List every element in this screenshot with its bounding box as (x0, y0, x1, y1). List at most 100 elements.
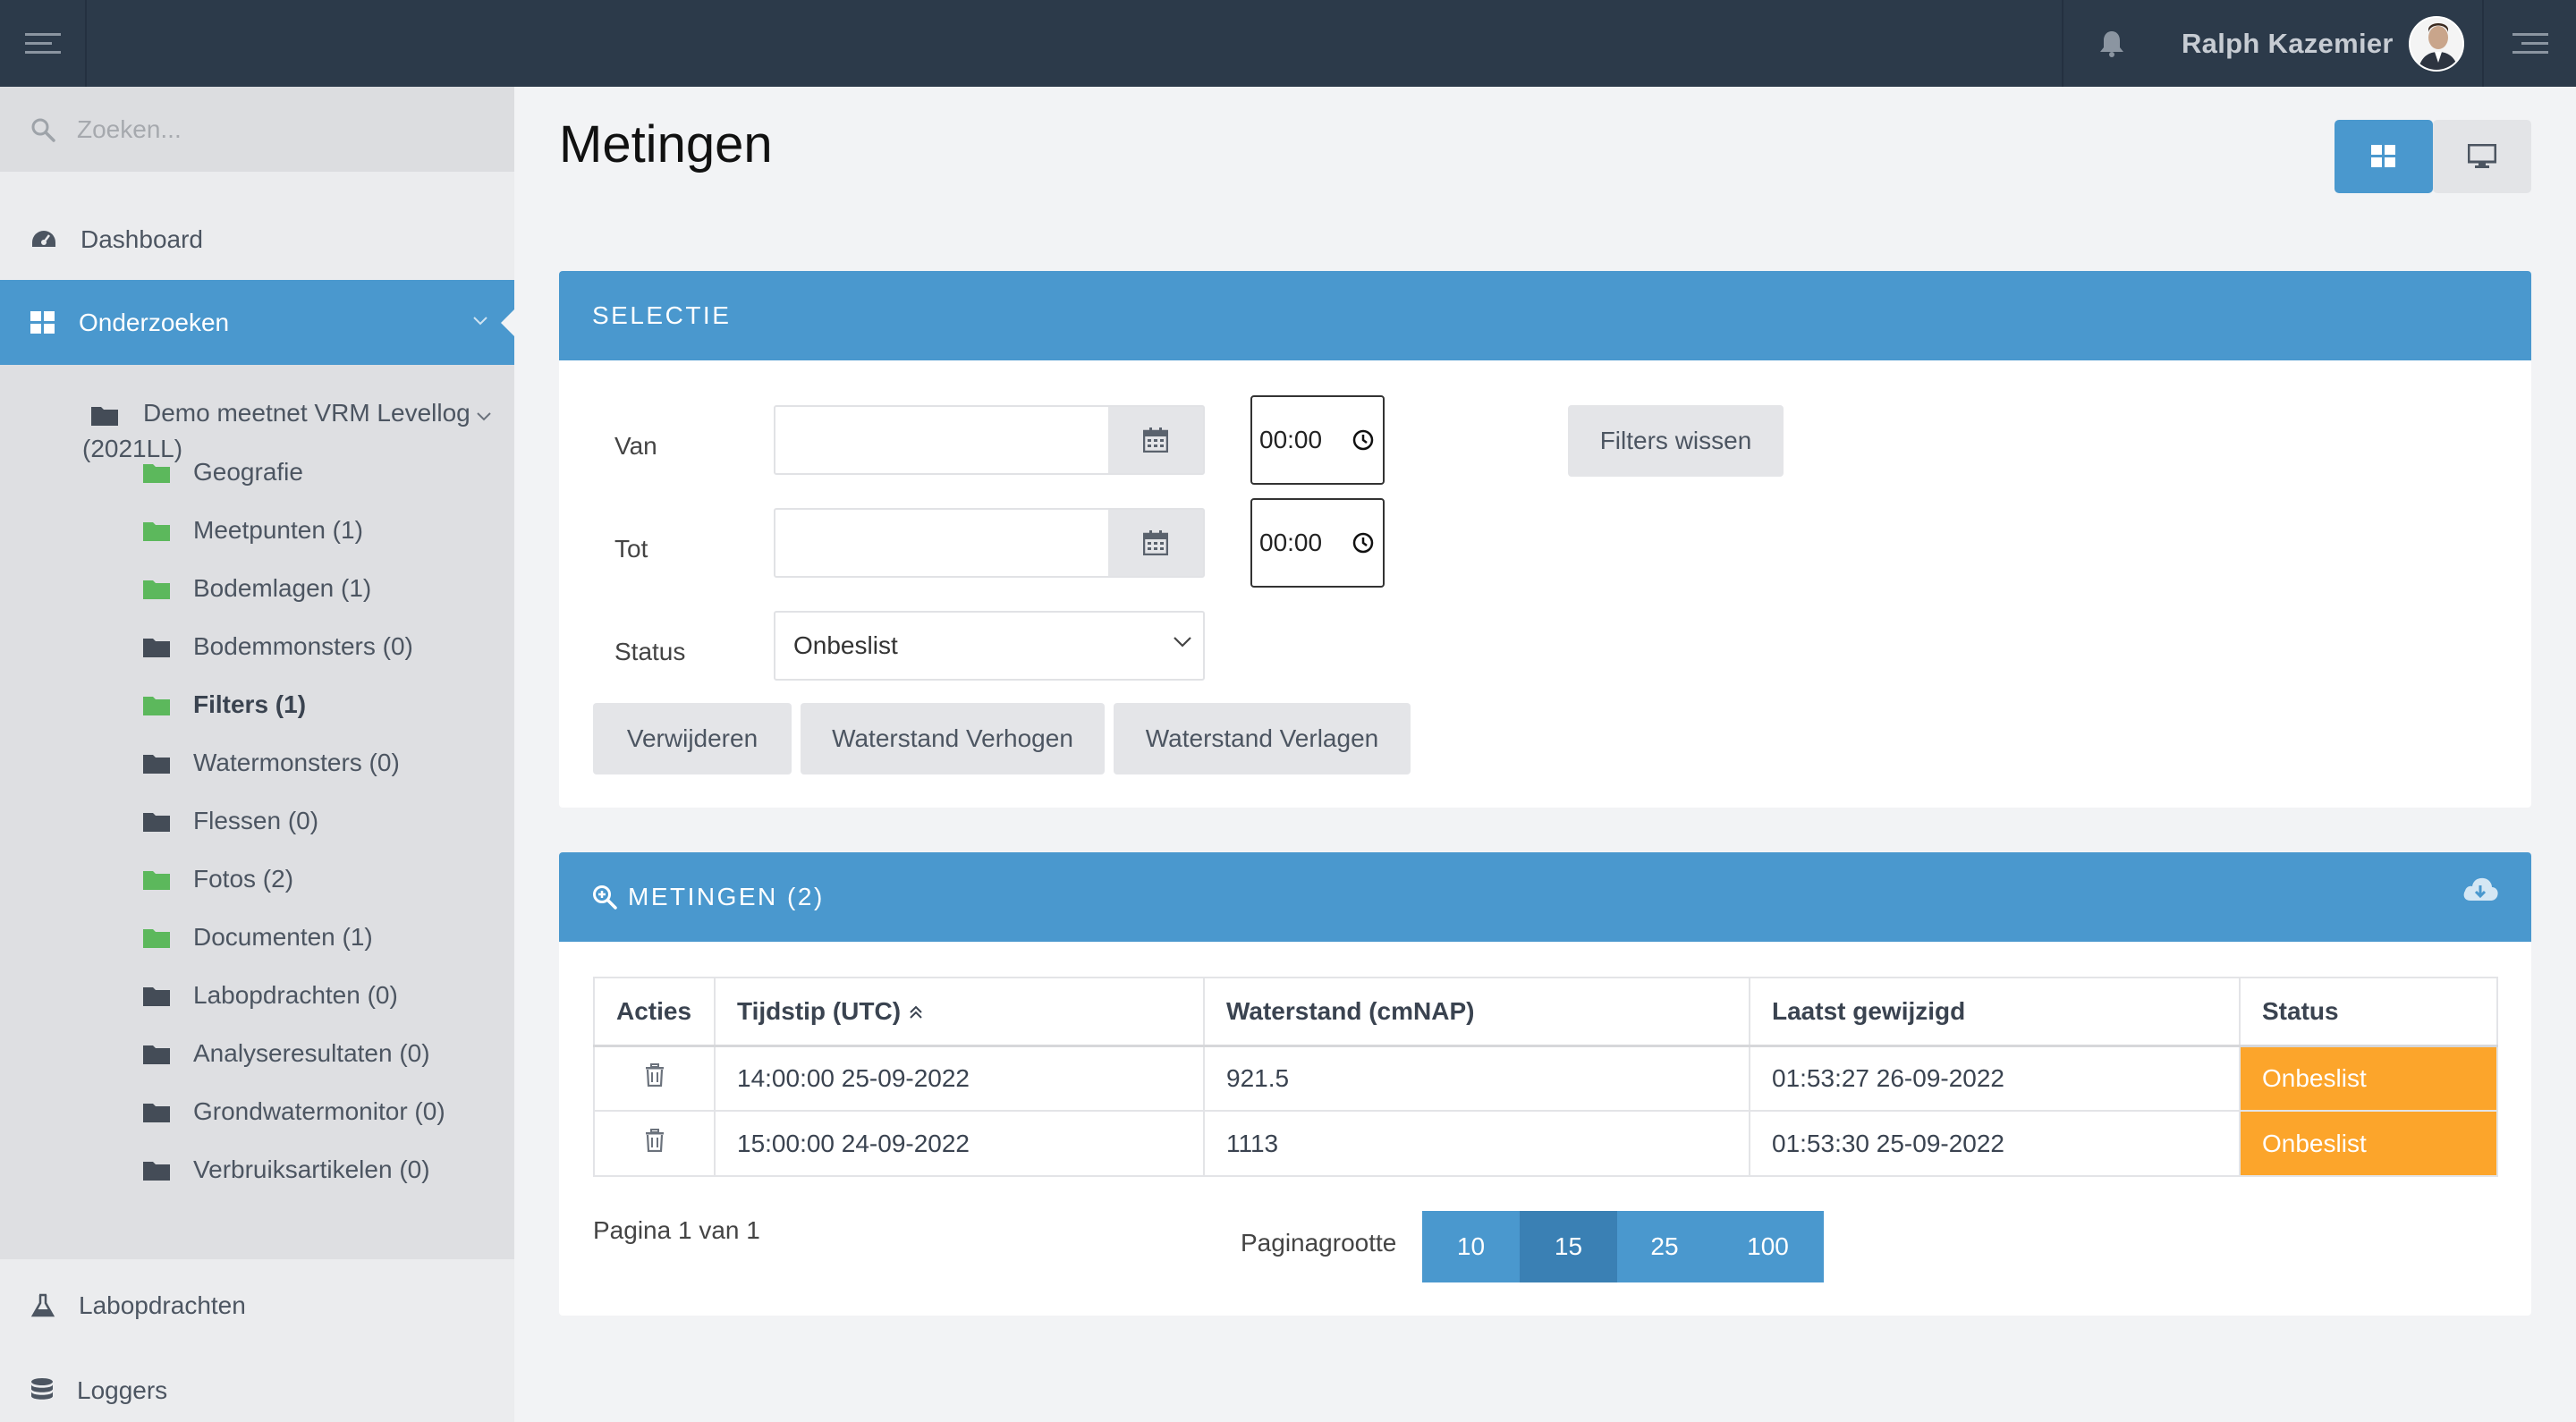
sidebar-item-label: Onderzoeken (79, 308, 230, 336)
folder-icon (143, 987, 170, 1006)
van-time-input[interactable]: 00:00 (1250, 395, 1385, 485)
sidebar-item-label: Labopdrachten (79, 1291, 246, 1319)
database-icon (31, 1377, 53, 1400)
selection-panel-title: SELECTIE (592, 301, 732, 329)
column-header-laatst-gewijzigd[interactable]: Laatst gewijzigd (1749, 977, 2241, 1047)
tree-item-label: Bodemmonsters (0) (193, 632, 413, 660)
tree-item-watermonsters[interactable]: Watermonsters (0) (143, 745, 400, 781)
folder-green-icon (143, 580, 170, 599)
hamburger-icon (2512, 32, 2548, 54)
chevron-down-icon (1174, 637, 1191, 648)
selection-panel-header: SELECTIE (559, 271, 2531, 360)
zoom-in-icon (593, 885, 617, 910)
tree-item-label: Analyseresultaten (0) (193, 1039, 430, 1067)
clear-filters-button[interactable]: Filters wissen (1568, 405, 1784, 477)
trash-icon[interactable] (645, 1129, 665, 1153)
selection-panel: SELECTIE Van 00:00 Filters wissen Tot 00… (559, 271, 2531, 808)
page-size-option[interactable]: 100 (1712, 1211, 1824, 1282)
raise-water-level-button[interactable]: Waterstand Verhogen (801, 703, 1105, 774)
avatar (2409, 16, 2464, 72)
right-menu-button[interactable] (2482, 0, 2576, 87)
page-title: Metingen (559, 115, 773, 174)
view-toggle (2334, 120, 2531, 193)
lower-water-level-button[interactable]: Waterstand Verlagen (1114, 703, 1411, 774)
delete-button[interactable]: Verwijderen (593, 703, 792, 774)
status-select[interactable]: Onbeslist (774, 611, 1205, 681)
tree-item-geografie[interactable]: Geografie (143, 454, 303, 490)
tree-item-label: Geografie (193, 458, 303, 486)
tree-item-analyseresultaten[interactable]: Analyseresultaten (0) (143, 1036, 430, 1071)
tot-time-value: 00:00 (1259, 529, 1323, 556)
chevron-down-icon (473, 317, 487, 326)
folder-green-icon (143, 464, 170, 483)
column-header-waterstand[interactable]: Waterstand (cmNAP) (1203, 977, 1750, 1047)
tree-item-label: Meetpunten (1) (193, 516, 363, 544)
column-header-status[interactable]: Status (2239, 977, 2498, 1047)
clock-icon (1352, 429, 1374, 451)
cell-laatst-gewijzigd: 01:53:30 25-09-2022 (1749, 1110, 2241, 1177)
monitor-icon (2468, 144, 2496, 168)
flask-icon (30, 1293, 55, 1316)
notifications-button[interactable] (2062, 0, 2160, 87)
cell-laatst-gewijzigd: 01:53:27 26-09-2022 (1749, 1045, 2241, 1112)
menu-toggle-button[interactable] (0, 0, 87, 87)
sort-ascending-icon (910, 1005, 922, 1020)
tree-item-bodemmonsters[interactable]: Bodemmonsters (0) (143, 629, 413, 664)
sidebar-item-onderzoeken[interactable]: Onderzoeken (0, 280, 515, 365)
search-input[interactable]: Zoeken... (77, 115, 182, 144)
table-header-row: Acties Tijdstip (UTC) Waterstand (cmNAP)… (593, 977, 2498, 1047)
van-label: Van (614, 432, 657, 460)
sidebar-item-loggers[interactable]: Loggers (0, 1348, 514, 1422)
tree-item-bodemlagen[interactable]: Bodemlagen (1) (143, 571, 371, 606)
tree-item-label: Bodemlagen (1) (193, 574, 372, 602)
cell-waterstand: 1113 (1203, 1110, 1750, 1177)
tot-time-input[interactable]: 00:00 (1250, 498, 1385, 588)
folder-green-icon (143, 697, 170, 715)
folder-icon (143, 639, 170, 657)
page-size-option[interactable]: 25 (1617, 1211, 1712, 1282)
user-menu[interactable]: Ralph Kazemier (2160, 0, 2464, 87)
tree-item-label: Flessen (0) (193, 807, 319, 834)
measurements-panel-header: METINGEN (2) (559, 852, 2531, 942)
cell-tijdstip: 14:00:00 25-09-2022 (714, 1045, 1205, 1112)
sidebar-search[interactable]: Zoeken... (0, 87, 514, 172)
folder-icon (143, 755, 170, 774)
page-size-label: Paginagrootte (1241, 1229, 1397, 1257)
sidebar-item-dashboard[interactable]: Dashboard (0, 197, 514, 282)
tree-item-label: Verbruiksartikelen (0) (193, 1155, 430, 1183)
tree-item-flessen[interactable]: Flessen (0) (143, 803, 318, 839)
tree-item-documenten[interactable]: Documenten (1) (143, 919, 373, 955)
van-calendar-button[interactable] (1108, 407, 1203, 473)
chevron-down-icon[interactable] (476, 411, 492, 422)
measurements-panel: METINGEN (2) Acties Tijdstip (UTC) Water… (559, 852, 2531, 1316)
cloud-download-icon[interactable] (2462, 876, 2499, 904)
tree-item-label: Labopdrachten (0) (193, 981, 398, 1009)
tree-item-meetpunten[interactable]: Meetpunten (1) (143, 512, 363, 548)
van-time-value: 00:00 (1259, 426, 1323, 453)
grid-icon (2371, 145, 2395, 167)
grid-view-button[interactable] (2334, 120, 2433, 193)
sidebar-item-label: Loggers (77, 1375, 168, 1404)
tree-item-fotos[interactable]: Fotos (2) (143, 861, 293, 897)
van-date-input[interactable] (774, 405, 1205, 475)
tree-item-verbruiksartikelen[interactable]: Verbruiksartikelen (0) (143, 1152, 430, 1188)
page-size-option-selected[interactable]: 15 (1520, 1211, 1617, 1282)
tree-item-grondwatermonitor[interactable]: Grondwatermonitor (0) (143, 1094, 445, 1130)
folder-icon (143, 1162, 170, 1181)
tot-date-input[interactable] (774, 508, 1205, 578)
tot-calendar-button[interactable] (1108, 510, 1203, 576)
table-row: 15:00:00 24-09-2022 1113 01:53:30 25-09-… (593, 1110, 2498, 1177)
sidebar-item-labopdrachten[interactable]: Labopdrachten (0, 1263, 514, 1348)
dashboard-icon (32, 230, 55, 247)
trash-icon[interactable] (645, 1063, 665, 1088)
row-actions (593, 1045, 716, 1112)
sidebar: Zoeken... Dashboard Onderzoeken Demo mee… (0, 87, 515, 1422)
column-header-tijdstip[interactable]: Tijdstip (UTC) (714, 977, 1205, 1047)
tree-item-labopdrachten[interactable]: Labopdrachten (0) (143, 978, 398, 1013)
grid-icon (30, 310, 55, 334)
tree-item-filters[interactable]: Filters (1) (143, 687, 306, 723)
folder-icon (143, 813, 170, 832)
desktop-view-button[interactable] (2433, 120, 2531, 193)
folder-icon (143, 1104, 170, 1122)
page-size-option[interactable]: 10 (1422, 1211, 1520, 1282)
